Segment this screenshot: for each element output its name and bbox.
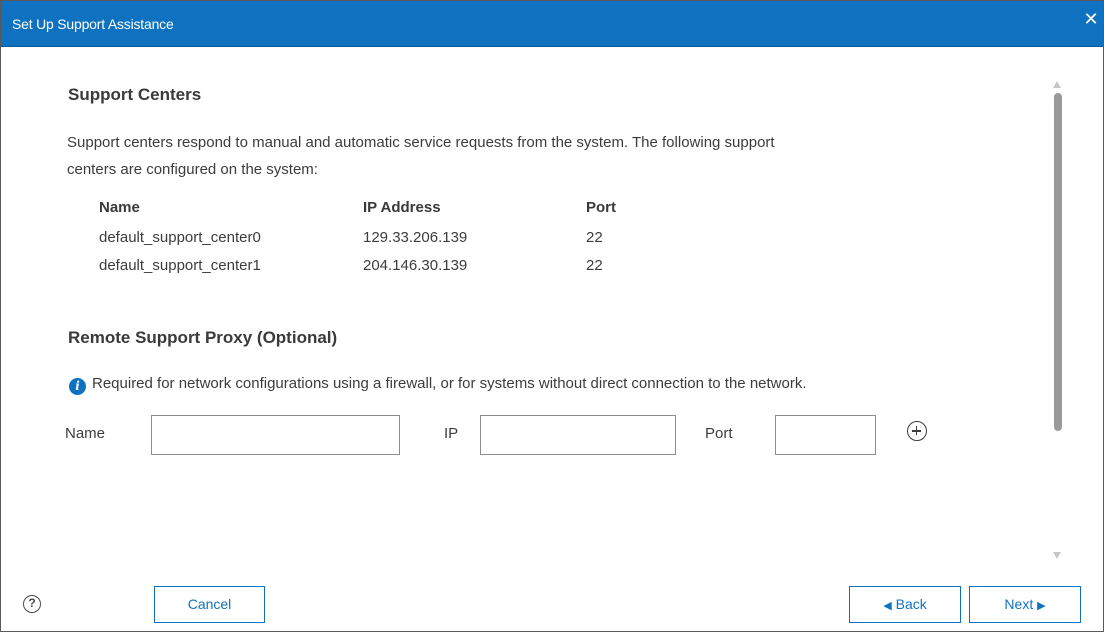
cell-name: default_support_center0 [99,229,261,246]
support-centers-heading: Support Centers [68,85,202,104]
scrollbar-thumb[interactable] [1054,93,1062,431]
proxy-port-input[interactable] [775,415,876,455]
back-arrow-icon: ◀ [883,600,892,612]
back-button-label: Back [895,596,927,612]
description-line-2: centers are configured on the system: [67,161,318,178]
cell-port: 22 [586,229,603,246]
cell-ip: 129.33.206.139 [363,229,468,246]
cell-ip: 204.146.30.139 [363,257,468,274]
proxy-info-note: i Required for network configurations usi… [69,375,807,395]
info-icon: i [69,378,86,395]
cell-port: 22 [586,257,603,274]
scroll-up-arrow-icon[interactable] [1053,81,1061,88]
column-header-name: Name [99,199,140,216]
dialog-title: Set Up Support Assistance [12,16,174,32]
support-centers-description: Support centers respond to manual and au… [67,129,1017,183]
proxy-name-label: Name [65,425,106,442]
proxy-name-input[interactable] [151,415,400,455]
next-arrow-icon: ▶ [1037,600,1046,612]
cell-name: default_support_center1 [99,257,261,274]
dialog-content [1,48,1041,568]
next-button[interactable]: Next ▶ [969,586,1081,623]
proxy-heading: Remote Support Proxy (Optional) [68,328,338,347]
description-line-1: Support centers respond to manual and au… [67,134,775,151]
help-icon[interactable]: ? [23,595,41,613]
back-button[interactable]: ◀ Back [849,586,961,623]
add-circle-icon[interactable] [907,421,927,441]
close-icon[interactable]: ✕ [1083,10,1099,28]
proxy-ip-label: IP [444,425,459,442]
proxy-ip-input[interactable] [480,415,676,455]
next-button-label: Next [1004,596,1034,612]
column-header-port: Port [586,199,616,216]
cancel-button[interactable]: Cancel [154,586,265,623]
proxy-info-text: Required for network configurations usin… [92,375,807,392]
column-header-ip: IP Address [363,199,441,216]
support-assistance-dialog: Set Up Support Assistance ✕ Support Cent… [0,0,1104,632]
scroll-down-arrow-icon[interactable] [1053,552,1061,559]
vertical-scrollbar[interactable] [1049,81,1067,559]
proxy-port-label: Port [705,425,733,442]
dialog-titlebar: Set Up Support Assistance ✕ [1,1,1103,47]
